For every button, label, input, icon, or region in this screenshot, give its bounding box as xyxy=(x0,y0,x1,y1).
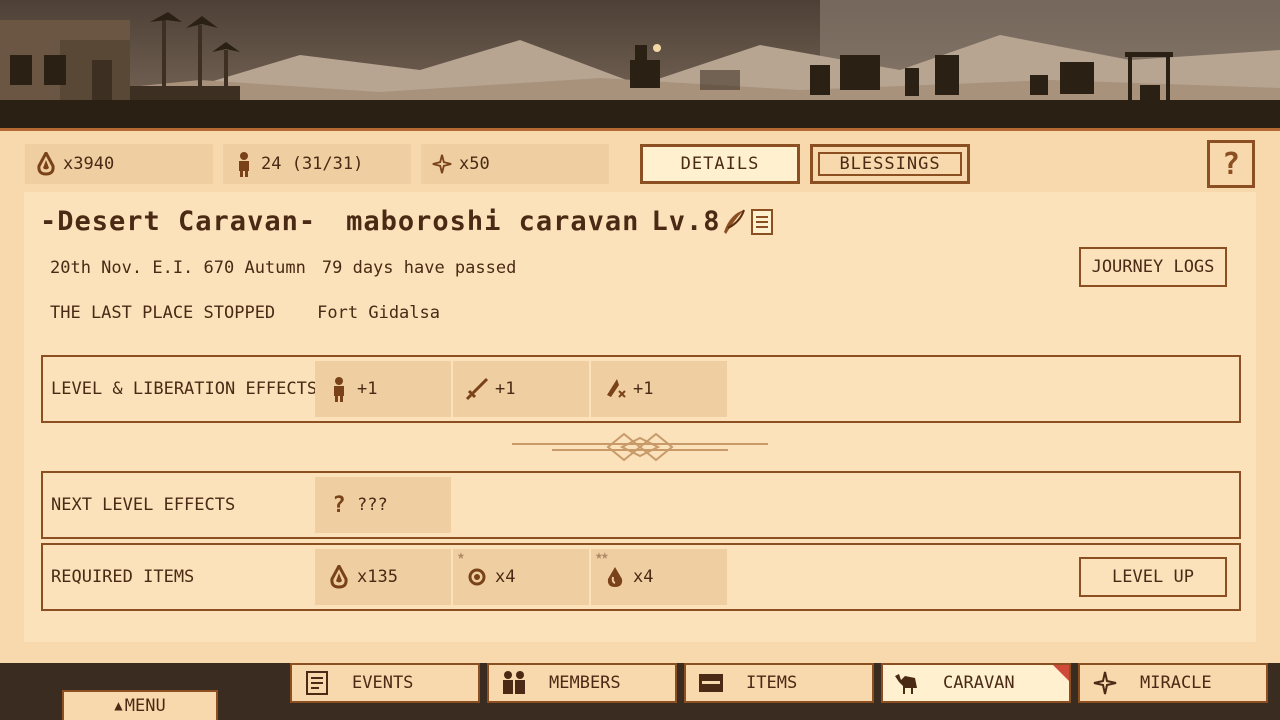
effect-member-value: +1 xyxy=(357,379,378,399)
tab-blessings[interactable]: BLESSINGS xyxy=(810,144,970,184)
members-stat: 24 (31/31) xyxy=(223,144,411,184)
required-item-gem: ★ x4 xyxy=(453,548,589,605)
water-drop-icon xyxy=(327,565,351,589)
next-level-effects-row: NEXT LEVEL EFFECTS xyxy=(41,471,1241,539)
tab-details[interactable]: DETAILS xyxy=(640,144,800,184)
water-stat: x3940 xyxy=(25,144,213,184)
menu-up-arrow-icon: ▲ xyxy=(114,698,123,714)
last-place: THE LAST PLACE STOPPED Fort Gidalsa xyxy=(50,303,440,323)
nav-tab-members-label: MEMBERS xyxy=(549,673,621,693)
water-drop-icon xyxy=(35,152,57,176)
notification-badge xyxy=(1053,665,1069,681)
tab-blessings-label: BLESSINGS xyxy=(835,154,945,174)
ground-strip xyxy=(0,100,1280,128)
caravan-title: -Desert Caravan- maboroshi caravan Lv.8 xyxy=(40,206,774,237)
effect-boot: +1 xyxy=(591,361,727,417)
next-effect-value: ??? xyxy=(357,495,388,515)
members-icon xyxy=(499,669,529,697)
caravan-prefix: -Desert Caravan- xyxy=(40,206,317,237)
caravan-level: Lv.8 xyxy=(651,206,721,237)
desert-scenery xyxy=(0,0,1280,128)
level-up-label: LEVEL UP xyxy=(1112,567,1194,587)
members-count: 24 (31/31) xyxy=(261,154,364,174)
effect-sword-value: +1 xyxy=(495,379,516,399)
memo-icon[interactable] xyxy=(750,208,774,236)
nav-tab-items-label: ITEMS xyxy=(746,673,798,693)
next-effect-unknown: ? ??? xyxy=(315,477,451,533)
nav-tab-miracle[interactable]: MIRACLE xyxy=(1078,663,1268,703)
calendar-date: 20th Nov. E.I. 670 Autumn 79 days have pa… xyxy=(50,258,532,278)
last-place-value: Fort Gidalsa xyxy=(317,303,440,323)
effect-boot-value: +1 xyxy=(633,379,654,399)
caravan-name: maboroshi caravan xyxy=(346,206,640,237)
miracle-count: x50 xyxy=(459,154,490,174)
level-up-button[interactable]: LEVEL UP xyxy=(1079,557,1227,597)
required-item-gem-value: x4 xyxy=(495,567,516,587)
menu-label: MENU xyxy=(124,696,166,716)
journey-logs-label: JOURNEY LOGS xyxy=(1091,257,1215,277)
nav-tab-caravan[interactable]: CARAVAN xyxy=(881,663,1071,703)
nav-tab-members[interactable]: MEMBERS xyxy=(487,663,677,703)
water-count: x3940 xyxy=(63,154,115,174)
effect-member: +1 xyxy=(315,361,451,417)
required-item-water: x135 xyxy=(315,549,451,605)
boot-icon xyxy=(603,377,627,401)
nav-tab-items[interactable]: ITEMS xyxy=(684,663,874,703)
ornament-divider xyxy=(512,432,768,462)
effect-sword: +1 xyxy=(453,361,589,417)
help-icon: ? xyxy=(1221,146,1241,182)
sparkle-icon xyxy=(431,152,453,176)
nav-tab-miracle-label: MIRACLE xyxy=(1140,673,1212,693)
nav-tab-events[interactable]: EVENTS xyxy=(290,663,480,703)
camel-icon xyxy=(893,669,923,697)
oil-drop-icon xyxy=(603,565,627,589)
chest-icon xyxy=(696,669,726,697)
rarity-stars: ★ xyxy=(457,548,465,563)
required-items-label: REQUIRED ITEMS xyxy=(51,567,195,587)
help-button[interactable]: ? xyxy=(1207,140,1255,188)
required-item-oil: ★★ x4 xyxy=(591,548,727,605)
tab-details-label: DETAILS xyxy=(680,154,760,174)
member-icon xyxy=(233,152,255,177)
next-level-effects-label: NEXT LEVEL EFFECTS xyxy=(51,495,236,515)
rarity-stars: ★★ xyxy=(595,548,609,563)
nav-tab-caravan-label: CARAVAN xyxy=(943,673,1015,693)
question-icon: ? xyxy=(332,492,346,518)
sword-icon xyxy=(465,377,489,401)
miracle-stat: x50 xyxy=(421,144,609,184)
nav-tab-events-label: EVENTS xyxy=(352,673,414,693)
sparkle-icon xyxy=(1090,669,1120,697)
journey-logs-button[interactable]: JOURNEY LOGS xyxy=(1079,247,1227,287)
required-item-water-value: x135 xyxy=(357,567,398,587)
days-elapsed: 79 days have passed xyxy=(321,258,517,278)
required-item-oil-value: x4 xyxy=(633,567,654,587)
member-icon xyxy=(327,377,351,402)
events-icon xyxy=(302,669,332,697)
date-text: 20th Nov. E.I. 670 Autumn xyxy=(50,258,306,278)
last-place-label: THE LAST PLACE STOPPED xyxy=(50,303,276,323)
gem-icon xyxy=(465,565,489,589)
liberation-effects-label: LEVEL & LIBERATION EFFECTS xyxy=(51,379,318,399)
rename-quill-icon[interactable] xyxy=(720,208,746,236)
menu-button[interactable]: ▲ MENU xyxy=(62,690,218,720)
